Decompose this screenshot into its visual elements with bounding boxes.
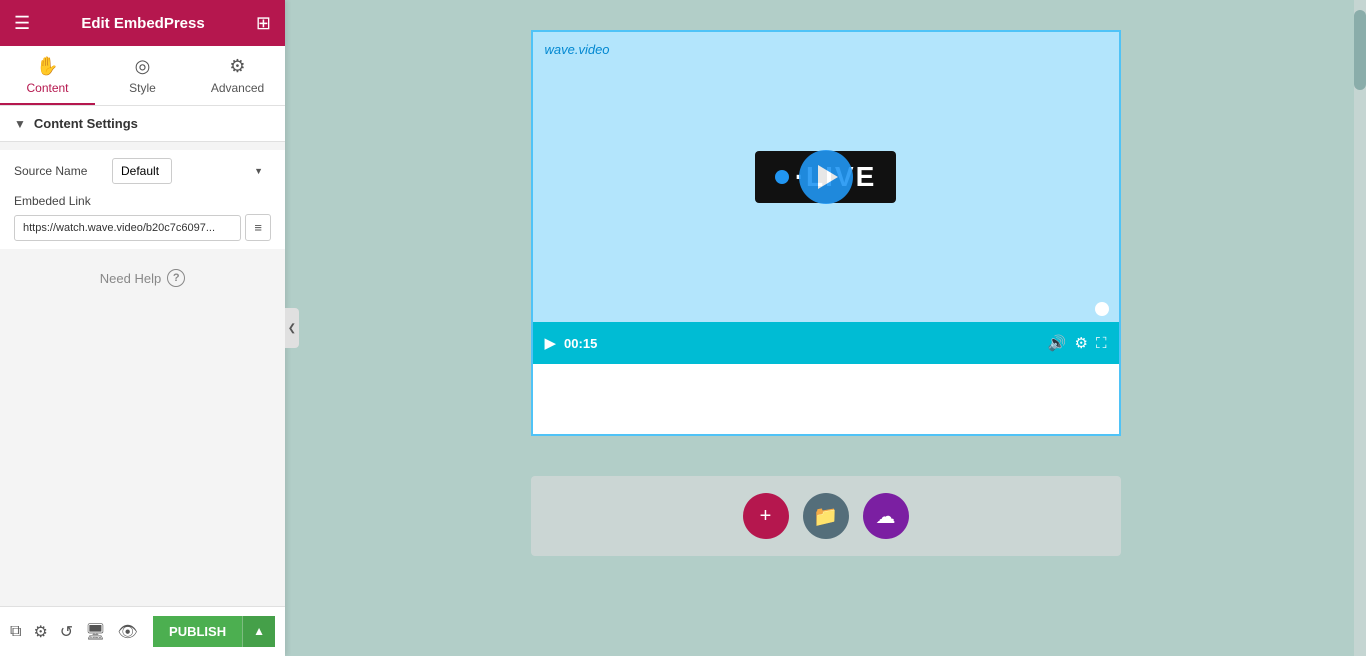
layers-icon[interactable]: ⧉ [10,623,21,641]
sidebar-content: ▼ Content Settings Source Name Default C… [0,106,285,606]
video-volume-button[interactable]: 🔊 [1048,334,1067,352]
scrollbar-track [1354,0,1366,656]
undo-icon[interactable]: ↺ [60,622,73,642]
source-name-select-wrapper[interactable]: Default Custom [112,158,271,184]
tab-style-label: Style [129,81,156,95]
video-play-pause-button[interactable]: ▶ [545,334,557,352]
help-icon: ? [167,269,185,287]
wave-video-label: wave.video [545,42,610,57]
sidebar-header: ☰ Edit EmbedPress ⊞ [0,0,285,46]
content-settings-header[interactable]: ▼ Content Settings [0,106,285,142]
embed-link-row: Embeded Link ≡ [14,194,271,241]
grid-icon[interactable]: ⊞ [256,13,271,34]
sidebar-title: Edit EmbedPress [81,15,204,32]
settings-icon[interactable]: ⚙ [33,622,47,642]
style-icon: ◎ [135,56,151,77]
source-name-select[interactable]: Default Custom [112,158,172,184]
collapse-sidebar-handle[interactable]: ❮ [285,308,299,348]
bottom-icons-group: ⧉ ⚙ ↺ 🖥 👁 [10,622,138,642]
embed-link-copy-button[interactable]: ≡ [245,214,271,241]
source-name-row: Source Name Default Custom [14,158,271,184]
publish-button-group: PUBLISH ▲ [153,616,275,647]
video-controls: ▶ 00:15 🔊 ⚙ ⛶ [533,322,1119,364]
add-fab-button[interactable]: + [743,493,789,539]
source-name-label: Source Name [14,164,104,178]
bottom-widget: + 📁 ☁ [531,476,1121,556]
video-settings-button[interactable]: ⚙ [1075,334,1088,352]
play-triangle-icon [818,165,838,189]
tab-advanced-label: Advanced [211,81,264,95]
play-button[interactable] [799,150,853,204]
tab-style[interactable]: ◎ Style [95,46,190,105]
content-settings-fields: Source Name Default Custom Embeded Link … [0,150,285,249]
progress-dot [1095,302,1109,316]
video-container: wave.video ·LIVE ▶ 00:15 🔊 ⚙ ⛶ [531,30,1121,436]
video-fullscreen-button[interactable]: ⛶ [1096,335,1107,352]
tab-advanced[interactable]: ⚙ Advanced [190,46,285,105]
content-settings-label: Content Settings [34,116,138,131]
publish-arrow-button[interactable]: ▲ [242,616,275,647]
live-dot [775,170,789,184]
publish-button[interactable]: PUBLISH [153,616,242,647]
content-icon: ✋ [36,56,58,77]
need-help-section[interactable]: Need Help ? [0,249,285,307]
sidebar-tabs: ✋ Content ◎ Style ⚙ Advanced [0,46,285,106]
video-player: wave.video ·LIVE [533,32,1119,322]
main-content: wave.video ·LIVE ▶ 00:15 🔊 ⚙ ⛶ + 📁 [285,0,1366,656]
hamburger-icon[interactable]: ☰ [14,13,30,34]
video-time: 00:15 [564,336,597,351]
sidebar: ☰ Edit EmbedPress ⊞ ✋ Content ◎ Style ⚙ … [0,0,285,656]
embed-link-input-row: ≡ [14,214,271,241]
cloud-fab-button[interactable]: ☁ [863,493,909,539]
sidebar-bottom-bar: ⧉ ⚙ ↺ 🖥 👁 PUBLISH ▲ [0,606,285,656]
folder-fab-button[interactable]: 📁 [803,493,849,539]
tab-content[interactable]: ✋ Content [0,46,95,105]
eye-icon[interactable]: 👁 [118,622,138,642]
advanced-icon: ⚙ [229,56,245,77]
tab-content-label: Content [26,81,68,95]
need-help-label: Need Help [100,271,161,286]
scrollbar-thumb[interactable] [1354,10,1366,90]
embed-link-label: Embeded Link [14,194,271,208]
desktop-icon[interactable]: 🖥 [85,622,105,642]
video-below-area [533,364,1119,434]
embed-link-input[interactable] [14,215,241,241]
section-arrow-icon: ▼ [14,117,26,131]
